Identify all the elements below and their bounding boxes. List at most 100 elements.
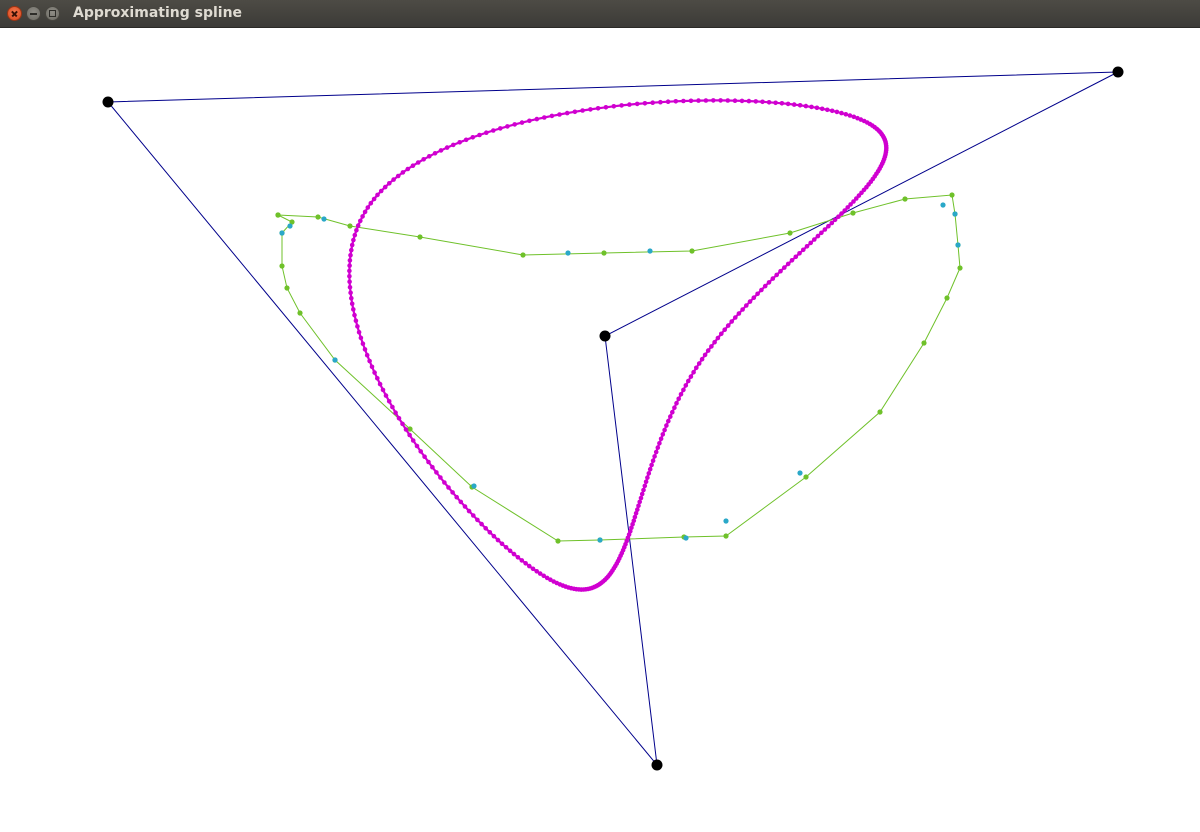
drawing-canvas[interactable]	[0, 28, 1200, 828]
spline-sample-point	[519, 558, 525, 563]
spline-sample-point	[642, 101, 648, 106]
control-points[interactable]	[102, 66, 1124, 771]
spline-sample-point	[740, 307, 745, 312]
close-button[interactable]	[7, 6, 22, 21]
spline-sample-point	[711, 98, 716, 103]
spline-sample-point	[834, 109, 840, 115]
spline-sample-point	[347, 263, 352, 268]
spline-sample-point	[519, 120, 525, 125]
spline-sample-point	[364, 352, 370, 358]
spline-sample-point	[746, 98, 752, 104]
spline-sample-point	[458, 499, 464, 505]
spline-sample-point	[803, 103, 809, 109]
spline-sample-point	[674, 400, 679, 406]
spline-sample-point	[400, 170, 406, 175]
window-controls	[7, 6, 60, 21]
refinement-point	[321, 216, 327, 222]
minimize-button[interactable]	[26, 6, 41, 21]
spline-sample-point	[847, 113, 853, 118]
spline-sample-point	[658, 99, 663, 105]
spline-sample-point	[549, 113, 555, 119]
spline-sample-point	[348, 252, 353, 258]
spline-sample-point	[660, 432, 666, 437]
spline-sample-point	[349, 242, 355, 248]
control-point[interactable]	[102, 96, 114, 108]
spline-sample-point	[694, 365, 699, 371]
spline-sample-point	[729, 319, 734, 324]
spline-sample-point	[380, 387, 386, 393]
spline-sample-point	[348, 290, 353, 296]
coarse-point	[949, 192, 955, 198]
spline-sample-point	[523, 561, 528, 566]
spline-sample-point	[347, 258, 353, 263]
spline-sample-point	[652, 454, 657, 459]
spline-sample-point	[681, 98, 686, 104]
maximize-button[interactable]	[45, 6, 60, 21]
spline-sample-point	[725, 323, 731, 328]
spline-sample-point	[369, 364, 375, 370]
spline-sample-point	[572, 109, 578, 115]
coarse-point	[944, 295, 950, 301]
spline-sample-point	[495, 537, 501, 543]
spline-sample-point	[732, 98, 738, 103]
spline-sample-point	[450, 490, 455, 495]
coarse-point	[520, 252, 526, 258]
refinement-point	[565, 250, 571, 256]
spline-sample-point	[438, 475, 443, 480]
spline-sample-point	[785, 261, 791, 267]
spline-sample-point	[355, 324, 360, 329]
spline-sample-point	[709, 344, 714, 349]
spline-sample-point	[511, 551, 517, 557]
spline-sample-point	[378, 188, 384, 194]
spline-sample-point	[383, 393, 389, 398]
spline-sample-point	[358, 335, 364, 341]
spline-sample-point	[668, 414, 673, 419]
spline-sample-point	[351, 307, 356, 312]
spline-sample-point	[774, 272, 779, 278]
spline-sample-point	[649, 462, 654, 468]
spline-sample-point	[396, 416, 402, 421]
spline-sample-point	[801, 247, 806, 253]
spline-sample-point	[371, 196, 377, 202]
coarse-point	[689, 248, 695, 254]
spline-sample-point	[349, 247, 354, 253]
spline-sample-point	[657, 441, 662, 446]
spline-sample-point	[505, 124, 510, 129]
spline-sample-point	[683, 383, 689, 388]
control-point[interactable]	[1112, 66, 1124, 78]
spline-sample-point	[422, 454, 427, 460]
spline-sample-point	[793, 254, 799, 260]
spline-sample-point	[645, 475, 650, 480]
spline-sample-point	[362, 347, 368, 352]
control-point[interactable]	[599, 330, 611, 342]
control-point[interactable]	[651, 759, 663, 771]
spline-sample-point	[789, 258, 795, 263]
spline-sample-point	[779, 101, 785, 106]
coarse-point	[279, 263, 285, 269]
spline-sample-point	[705, 348, 711, 353]
spline-sample-point	[650, 458, 656, 464]
spline-sample-point	[688, 98, 694, 104]
spline-sample-point	[503, 545, 509, 550]
spline-sample-point	[457, 140, 463, 145]
spline-sample-point	[672, 405, 677, 411]
spline-sample-point	[564, 110, 570, 116]
spline-scene[interactable]	[0, 28, 1200, 828]
spline-sample-point	[829, 220, 835, 226]
spline-sample-point	[463, 137, 469, 143]
spline-sample-point	[751, 295, 757, 301]
spline-sample-point	[390, 404, 395, 410]
spline-sample-point	[843, 112, 849, 117]
refinement-point	[597, 537, 603, 543]
spline-sample-point	[360, 214, 365, 219]
spline-sample-point	[676, 396, 681, 402]
spline-sample-point	[643, 479, 649, 485]
spline-sample-point	[580, 108, 585, 113]
spline-sample-point	[403, 427, 409, 432]
spline-sample-point	[809, 104, 814, 110]
spline-sample-point	[829, 108, 835, 114]
spline-sample-point	[349, 295, 354, 301]
spline-sample-point	[696, 98, 701, 103]
spline-sample-point	[725, 98, 731, 103]
spline-sample-point	[432, 151, 438, 156]
